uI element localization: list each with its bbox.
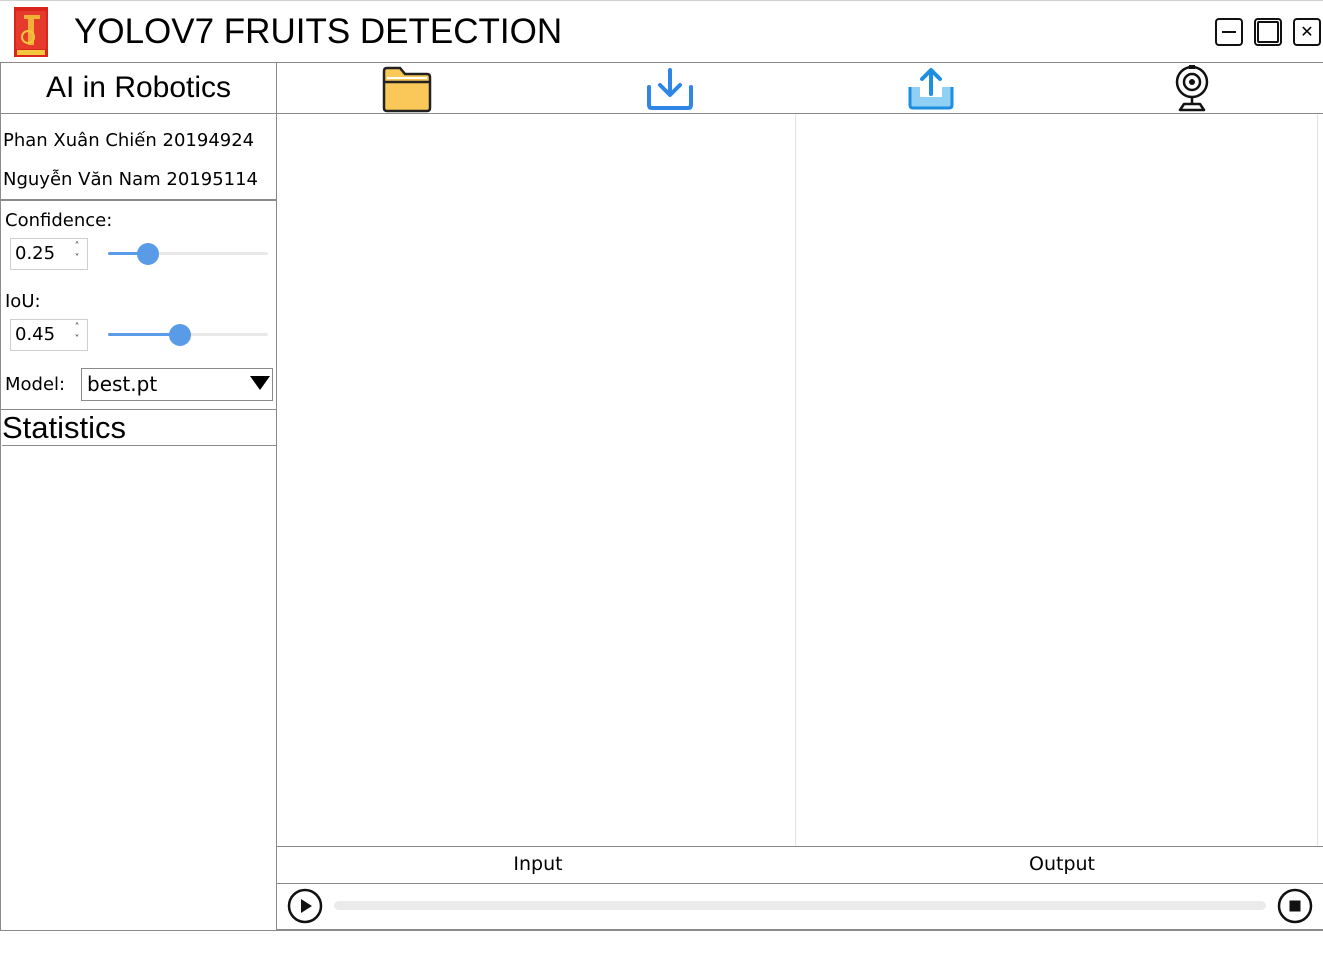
iou-slider[interactable]: [108, 324, 268, 346]
upload-icon: [908, 68, 954, 110]
status-bar: [0, 930, 1323, 955]
iou-value: 0.45: [15, 324, 56, 345]
course-title: AI in Robotics: [0, 62, 277, 114]
spin-arrows-icon[interactable]: ˄ ˅: [72, 241, 82, 267]
app-title: YOLOV7 FRUITS DETECTION: [74, 12, 563, 51]
folder-icon: [382, 66, 432, 113]
input-label: Input: [513, 853, 563, 875]
minimize-button[interactable]: [1215, 18, 1243, 46]
video-progress-bar[interactable]: [334, 901, 1266, 910]
open-folder-button[interactable]: [379, 64, 435, 114]
model-selected-value: best.pt: [87, 372, 158, 396]
minimize-icon: [1222, 31, 1236, 33]
university-logo-icon: [14, 7, 48, 57]
download-button[interactable]: [642, 64, 698, 114]
download-icon: [647, 68, 693, 110]
divider: [0, 199, 277, 201]
confidence-value: 0.25: [15, 243, 56, 264]
maximize-button[interactable]: [1254, 18, 1282, 46]
confidence-slider[interactable]: [108, 243, 268, 265]
maximize-icon: [1257, 21, 1279, 43]
output-image-panel: [796, 114, 1318, 846]
confidence-spinbox[interactable]: 0.25 ˄ ˅: [10, 238, 88, 270]
model-dropdown[interactable]: best.pt: [81, 368, 273, 401]
play-button[interactable]: [287, 888, 323, 924]
confidence-label: Confidence:: [5, 210, 113, 231]
webcam-button[interactable]: [1164, 64, 1220, 114]
stop-icon: [1277, 888, 1313, 924]
statistics-title: Statistics: [2, 410, 277, 446]
spin-arrows-icon[interactable]: ˄ ˅: [72, 322, 82, 348]
iou-label: IoU:: [5, 291, 41, 312]
close-icon: ✕: [1300, 22, 1314, 41]
member-name: Nguyễn Văn Nam 20195114: [3, 169, 258, 190]
close-button[interactable]: ✕: [1293, 18, 1321, 46]
input-image-panel: [277, 114, 796, 846]
output-label: Output: [1029, 853, 1095, 875]
model-label: Model:: [5, 374, 66, 395]
upload-button[interactable]: [903, 64, 959, 114]
sidebar: [0, 62, 277, 930]
play-icon: [287, 888, 323, 924]
dropdown-arrow-icon: [250, 376, 270, 390]
member-name: Phan Xuân Chiến 20194924: [3, 130, 255, 151]
stop-button[interactable]: [1277, 888, 1313, 924]
slider-handle[interactable]: [169, 324, 191, 346]
slider-handle[interactable]: [137, 243, 159, 265]
iou-spinbox[interactable]: 0.45 ˄ ˅: [10, 319, 88, 351]
webcam-icon: [1175, 65, 1209, 112]
